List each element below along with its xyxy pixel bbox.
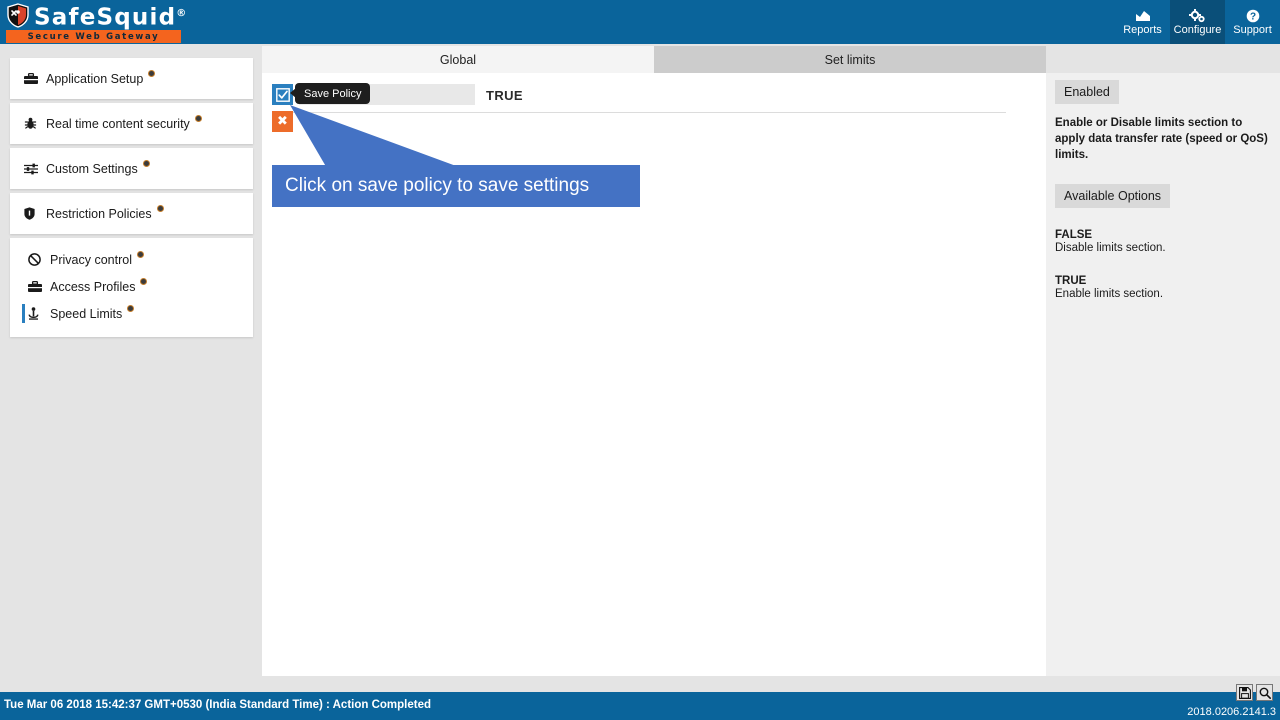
ban-icon <box>28 253 46 266</box>
brand-logo[interactable]: SafeSquid® Secure Web Gateway <box>6 2 186 44</box>
shield-logo-icon <box>6 3 30 28</box>
info-badge-icon[interactable] <box>156 205 164 212</box>
sidebar-item-speed-limits[interactable]: Speed Limits <box>10 300 253 327</box>
sidebar-group-custom: Custom Settings <box>10 148 253 189</box>
help-options-title: Available Options <box>1055 184 1171 208</box>
sidebar-label-custom-settings: Custom Settings <box>46 161 138 176</box>
sidebar-label-speed-limits: Speed Limits <box>50 306 123 321</box>
callout-pointer <box>290 105 467 170</box>
sidebar-item-custom-settings[interactable]: Custom Settings <box>10 148 253 189</box>
search-magnifier-icon <box>1259 687 1271 699</box>
app-root: SafeSquid® Secure Web Gateway Reports Co… <box>0 0 1280 720</box>
info-badge-icon[interactable] <box>148 70 156 77</box>
gears-icon <box>1189 8 1206 23</box>
footer-tools <box>1236 684 1273 701</box>
brand-tagline: Secure Web Gateway <box>6 30 181 43</box>
tab-global[interactable]: Global <box>262 46 654 73</box>
question-circle-icon: ? <box>1246 8 1260 23</box>
nav-item-configure[interactable]: Configure <box>1170 0 1225 44</box>
info-badge-icon[interactable] <box>140 278 148 285</box>
help-option-desc-false: Disable limits section. <box>1055 242 1166 254</box>
sidebar-label-restriction-policies: Restriction Policies <box>46 206 152 221</box>
brand-registered-mark: ® <box>176 7 187 19</box>
sidebar-label-privacy-control: Privacy control <box>50 252 132 267</box>
briefcase-icon <box>28 280 46 293</box>
version-label: 2018.0206.2141.3 <box>1187 706 1276 718</box>
sidebar-group-policies-sub: Privacy control Access Profiles Speed Li… <box>10 238 253 337</box>
help-option-name-false: FALSE <box>1055 229 1093 241</box>
sidebar-group-restriction: Restriction Policies <box>10 193 253 234</box>
sidebar-label-application-setup: Application Setup <box>46 71 144 86</box>
sliders-icon <box>24 163 42 175</box>
save-floppy-icon <box>1238 686 1251 699</box>
help-description: Enable or Disable limits section to appl… <box>1055 117 1268 161</box>
content-tabs: Global Set limits <box>262 46 1046 73</box>
sidebar-item-real-time-content-security[interactable]: Real time content security <box>10 103 253 144</box>
nav-label-support: Support <box>1233 24 1272 36</box>
info-badge-icon[interactable] <box>127 305 135 312</box>
search-button[interactable] <box>1256 684 1273 701</box>
tab-set-limits[interactable]: Set limits <box>654 46 1046 73</box>
help-options-wrap: Available Options <box>1055 181 1271 208</box>
briefcase-icon <box>24 72 42 85</box>
brand-name-text: SafeSquid <box>34 4 177 31</box>
brand-logo-row: SafeSquid® <box>6 2 186 30</box>
svg-text:?: ? <box>1249 11 1255 22</box>
nav-item-reports[interactable]: Reports <box>1115 0 1170 44</box>
save-config-button[interactable] <box>1236 684 1253 701</box>
header-nav: Reports Configure ? Support <box>1115 0 1280 44</box>
status-message: Tue Mar 06 2018 15:42:37 GMT+0530 (India… <box>4 699 432 711</box>
info-badge-icon[interactable] <box>194 115 202 122</box>
shield-icon <box>24 207 42 220</box>
nav-item-support[interactable]: ? Support <box>1225 0 1280 44</box>
callout-text: Click on save policy to save settings <box>285 175 590 196</box>
brand-name: SafeSquid® <box>34 1 186 31</box>
chart-icon <box>1135 8 1151 23</box>
sidebar-label-access-profiles: Access Profiles <box>50 279 136 294</box>
info-badge-icon[interactable] <box>142 160 150 167</box>
nav-label-reports: Reports <box>1123 24 1162 36</box>
sidebar-item-application-setup[interactable]: Application Setup <box>10 58 253 99</box>
save-policy-tooltip: Save Policy <box>289 83 371 104</box>
help-option-name-true: TRUE <box>1055 275 1087 287</box>
sidebar-item-access-profiles[interactable]: Access Profiles <box>10 273 253 300</box>
sidebar-item-restriction-policies[interactable]: Restriction Policies <box>10 193 253 234</box>
speed-icon <box>28 307 46 320</box>
bug-icon <box>24 117 42 130</box>
help-section-title: Enabled <box>1055 80 1119 104</box>
sidebar-label-real-time-content-security: Real time content security <box>46 116 190 131</box>
sidebar: Application Setup Real time content secu… <box>10 58 253 341</box>
sidebar-group-application: Application Setup <box>10 58 253 99</box>
help-panel: Enabled Enable or Disable limits section… <box>1046 73 1280 676</box>
sidebar-item-privacy-control[interactable]: Privacy control <box>10 246 253 273</box>
callout-box: Click on save policy to save settings <box>272 165 640 207</box>
help-option-desc-true: Enable limits section. <box>1055 288 1164 300</box>
app-header: SafeSquid® Secure Web Gateway Reports Co… <box>0 0 1280 44</box>
info-badge-icon[interactable] <box>136 251 144 258</box>
nav-label-configure: Configure <box>1173 24 1222 36</box>
sidebar-group-realtime: Real time content security <box>10 103 253 144</box>
